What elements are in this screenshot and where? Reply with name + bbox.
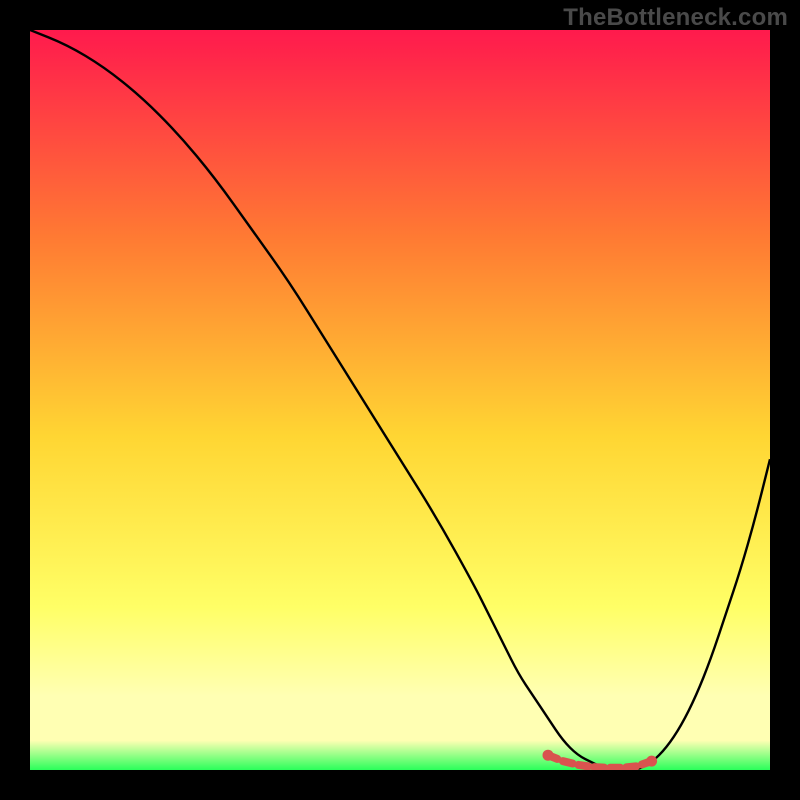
optimal-zone-endcap-0: [543, 750, 554, 761]
gradient-background: [30, 30, 770, 770]
watermark-text: TheBottleneck.com: [563, 4, 788, 32]
optimal-zone-endcap-1: [646, 756, 657, 767]
chart-frame: TheBottleneck.com: [0, 0, 800, 800]
bottleneck-chart: [30, 30, 770, 770]
plot-area: [30, 30, 770, 770]
